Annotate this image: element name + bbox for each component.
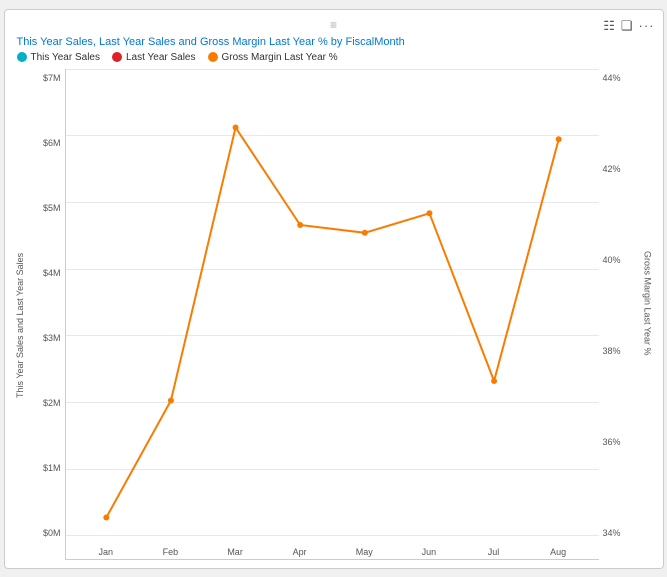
left-axis-label: This Year Sales and Last Year Sales <box>13 69 27 560</box>
y-tick-left: $7M <box>43 73 61 83</box>
bar-group[interactable] <box>332 69 397 537</box>
y-tick-left: $0M <box>43 528 61 538</box>
y-tick-right: 36% <box>603 437 621 447</box>
x-label: Feb <box>138 547 203 559</box>
y-tick-left: $4M <box>43 268 61 278</box>
x-label: Aug <box>526 547 591 559</box>
legend-dot-this-year <box>17 52 27 62</box>
legend-label-gross-margin: Gross Margin Last Year % <box>222 52 338 63</box>
x-label: May <box>332 547 397 559</box>
x-label: Jan <box>74 547 139 559</box>
bar-group[interactable] <box>74 69 139 537</box>
y-axis-right: 34% 36% 38% 40% 42% 44% <box>599 69 641 560</box>
legend-item-gross-margin: Gross Margin Last Year % <box>208 52 338 63</box>
legend-label-this-year: This Year Sales <box>31 52 101 63</box>
y-tick-left: $1M <box>43 463 61 473</box>
y-tick-left: $3M <box>43 333 61 343</box>
expand-icon[interactable]: ❏ <box>621 18 633 34</box>
y-tick-right: 34% <box>603 528 621 538</box>
bar-group[interactable] <box>203 69 268 537</box>
more-icon[interactable]: ··· <box>639 18 655 33</box>
chart-wrapper: This Year Sales and Last Year Sales $0M$… <box>13 69 655 560</box>
bar-group[interactable] <box>138 69 203 537</box>
drag-handle: ≡ <box>330 18 337 32</box>
y-tick-left: $2M <box>43 398 61 408</box>
y-tick-right: 40% <box>603 255 621 265</box>
filter-icon[interactable]: ☷ <box>603 18 615 34</box>
y-tick-right: 38% <box>603 346 621 356</box>
legend: This Year Sales Last Year Sales Gross Ma… <box>13 52 655 63</box>
bars-container <box>66 69 599 537</box>
x-label: Jul <box>461 547 526 559</box>
right-axis-label: Gross Margin Last Year % <box>641 69 655 560</box>
y-axis-left: $0M $1M $2M $3M $4M $5M $6M $7M <box>27 69 65 560</box>
bar-group[interactable] <box>397 69 462 537</box>
y-tick-right: 44% <box>603 73 621 83</box>
legend-label-last-year: Last Year Sales <box>126 52 196 63</box>
x-label: Mar <box>203 547 268 559</box>
bar-group[interactable] <box>461 69 526 537</box>
chart-title: This Year Sales, Last Year Sales and Gro… <box>13 36 655 48</box>
legend-item-this-year: This Year Sales <box>17 52 101 63</box>
y-tick-left: $5M <box>43 203 61 213</box>
bar-group[interactable] <box>267 69 332 537</box>
y-tick-left: $6M <box>43 138 61 148</box>
legend-item-last-year: Last Year Sales <box>112 52 196 63</box>
x-label: Apr <box>267 547 332 559</box>
y-tick-right: 42% <box>603 164 621 174</box>
bar-group[interactable] <box>526 69 591 537</box>
plot-area: JanFebMarAprMayJunJulAug <box>65 69 599 560</box>
legend-dot-gross-margin <box>208 52 218 62</box>
chart-card: ≡ ☷ ❏ ··· This Year Sales, Last Year Sal… <box>4 9 664 569</box>
x-label: Jun <box>397 547 462 559</box>
x-labels: JanFebMarAprMayJunJulAug <box>66 537 599 559</box>
top-icons: ☷ ❏ ··· <box>603 18 654 34</box>
legend-dot-last-year <box>112 52 122 62</box>
